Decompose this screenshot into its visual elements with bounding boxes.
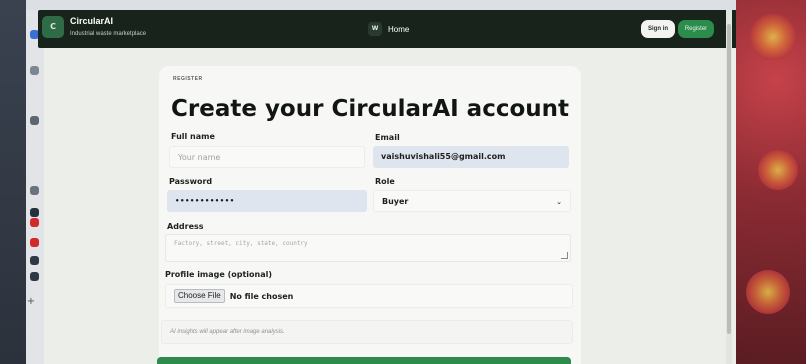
nav-home-label: Home bbox=[388, 24, 410, 34]
role-select[interactable]: Buyer ⌄ bbox=[373, 190, 571, 212]
brand-tagline: Industrial waste marketplace bbox=[70, 31, 147, 37]
laptop-bezel-left bbox=[0, 0, 26, 364]
sidebar-app-icon[interactable] bbox=[30, 186, 39, 195]
page-title: Create your CircularAI account bbox=[171, 96, 570, 122]
youtube-icon[interactable] bbox=[30, 218, 39, 227]
full-name-label: Full name bbox=[171, 132, 215, 141]
fabric-flower bbox=[746, 270, 790, 314]
register-card: REGISTER Create your CircularAI account … bbox=[157, 66, 581, 364]
section-eyebrow: REGISTER bbox=[173, 76, 203, 82]
role-label: Role bbox=[375, 177, 395, 186]
sidebar-app-icon[interactable] bbox=[30, 66, 39, 75]
email-field[interactable]: vaishuvishali55@gmail.com bbox=[373, 146, 569, 168]
chevron-down-icon: ⌄ bbox=[556, 198, 562, 206]
browser-window: + C CircularAI Industrial waste marketpl… bbox=[26, 0, 736, 364]
sidebar-app-icon[interactable] bbox=[30, 116, 39, 125]
add-sidebar-icon[interactable]: + bbox=[26, 296, 36, 307]
file-status-text: No file chosen bbox=[229, 291, 294, 301]
sidebar-app-icon[interactable] bbox=[30, 208, 39, 217]
browser-sidebar: + bbox=[26, 10, 44, 364]
address-textarea[interactable]: Factory, street, city, state, country bbox=[165, 234, 571, 262]
profile-image-input[interactable]: Choose File No file chosen bbox=[165, 284, 573, 308]
home-badge-icon: W bbox=[368, 22, 382, 36]
profile-image-label: Profile image (optional) bbox=[165, 270, 273, 279]
fabric-flower bbox=[758, 150, 798, 190]
fabric-flower bbox=[750, 14, 796, 60]
choose-file-button[interactable]: Choose File bbox=[174, 289, 225, 303]
sidebar-app-icon[interactable] bbox=[30, 272, 39, 281]
full-name-placeholder: Your name bbox=[178, 153, 221, 162]
brand-name[interactable]: CircularAI bbox=[70, 16, 113, 26]
register-button[interactable]: Register bbox=[678, 20, 714, 38]
nav-home-link[interactable]: W Home bbox=[368, 22, 409, 36]
sidebar-app-icon[interactable] bbox=[30, 256, 39, 265]
brand-logo[interactable]: C bbox=[42, 16, 64, 38]
browser-toolbar bbox=[26, 0, 736, 10]
youtube-icon[interactable] bbox=[30, 238, 39, 247]
background-fabric bbox=[736, 0, 806, 364]
ai-insights-hint: AI insights will appear after image anal… bbox=[161, 320, 573, 344]
app-header: C CircularAI Industrial waste marketplac… bbox=[38, 10, 736, 48]
email-label: Email bbox=[375, 133, 400, 142]
scrollbar-thumb[interactable] bbox=[727, 24, 731, 334]
create-account-button[interactable] bbox=[157, 357, 571, 364]
address-label: Address bbox=[167, 222, 204, 231]
role-selected-value: Buyer bbox=[382, 197, 409, 206]
signin-button[interactable]: Sign in bbox=[641, 20, 675, 38]
resize-handle-icon[interactable] bbox=[561, 252, 568, 259]
full-name-field[interactable]: Your name bbox=[169, 146, 365, 168]
password-label: Password bbox=[169, 177, 213, 186]
page-scrollbar[interactable] bbox=[726, 10, 732, 364]
address-placeholder: Factory, street, city, state, country bbox=[174, 240, 308, 247]
password-field[interactable]: •••••••••••• bbox=[167, 190, 367, 212]
